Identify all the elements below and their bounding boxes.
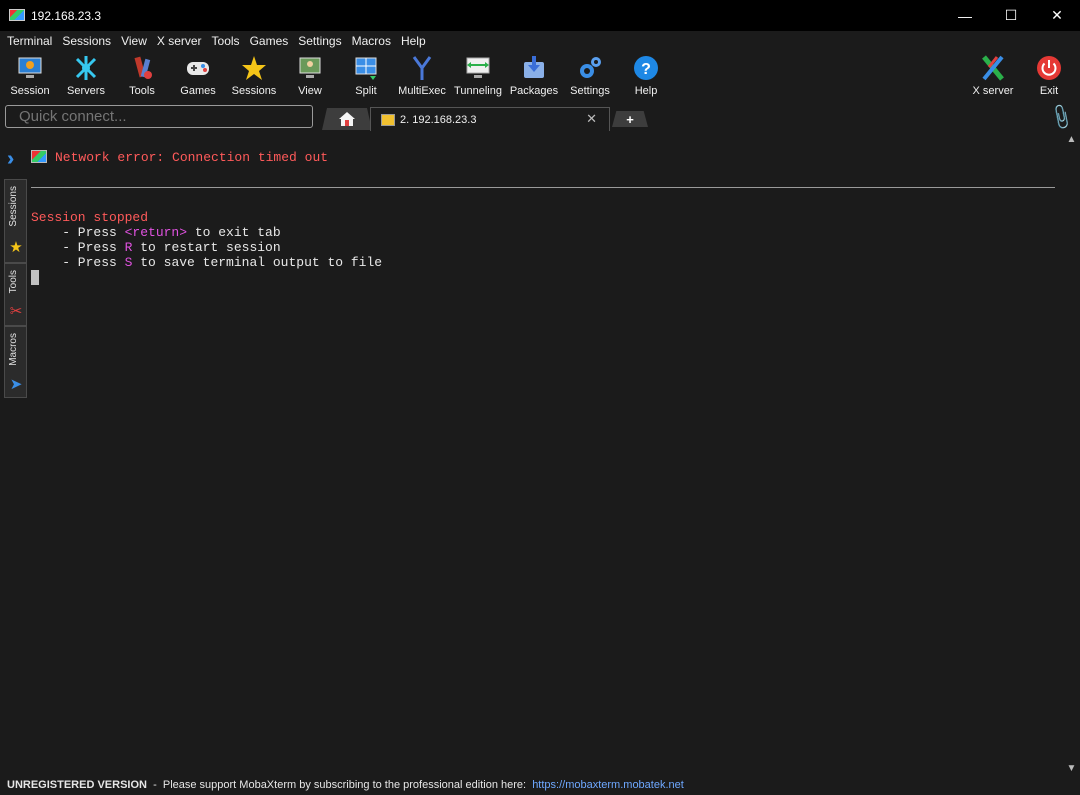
menu-tools[interactable]: Tools xyxy=(207,34,245,48)
packages-download-icon xyxy=(520,54,548,82)
menu-help[interactable]: Help xyxy=(396,34,431,48)
sidebar-macros-label: Macros xyxy=(8,333,19,366)
sessions-button[interactable]: Sessions xyxy=(226,51,282,101)
terminal-cursor xyxy=(31,270,39,285)
window-title: 192.168.23.3 xyxy=(31,8,102,23)
separator-line xyxy=(31,187,1055,188)
terminal-scrollbar[interactable]: ▲ ▼ xyxy=(1063,132,1080,777)
view-button[interactable]: View xyxy=(282,51,338,101)
support-message: - Please support MobaXterm by subscribin… xyxy=(146,779,533,791)
left-sidebar: ›› Sessions ★ Tools ✂ Macros ➤ xyxy=(0,132,28,777)
multiexec-label: MultiExec xyxy=(398,85,446,97)
tools-button[interactable]: Tools xyxy=(114,51,170,101)
menu-terminal[interactable]: Terminal xyxy=(2,34,57,48)
instruction-save-output: - Press S to save terminal output to fil… xyxy=(31,255,383,270)
view-label: View xyxy=(298,85,322,97)
terminal-output[interactable]: Network error: Connection timed out Sess… xyxy=(28,132,1063,777)
gears-icon xyxy=(576,54,604,82)
close-tab-icon[interactable]: ✕ xyxy=(586,111,597,127)
home-icon xyxy=(339,112,355,126)
split-label: Split xyxy=(355,85,377,97)
menu-x-server[interactable]: X server xyxy=(152,34,207,48)
packages-label: Packages xyxy=(509,85,559,97)
help-question-icon: ? xyxy=(632,54,660,82)
help-label: Help xyxy=(634,85,658,97)
unregistered-label: UNREGISTERED VERSION xyxy=(7,779,147,791)
main-toolbar: Session Servers Tools Games Sessions Vie… xyxy=(0,51,1080,102)
sidebar-sessions-label: Sessions xyxy=(8,186,19,227)
split-button[interactable]: Split xyxy=(338,51,394,101)
maximize-button[interactable]: ☐ xyxy=(988,0,1034,31)
menu-macros[interactable]: Macros xyxy=(347,34,396,48)
window-controls: — ☐ ✕ xyxy=(942,0,1080,31)
x-server-label: X server xyxy=(972,85,1014,97)
quick-connect-input[interactable] xyxy=(5,105,313,128)
session-stopped-text: Session stopped xyxy=(31,210,149,225)
tunneling-label: Tunneling xyxy=(454,85,502,97)
home-tab[interactable] xyxy=(322,108,372,130)
menu-games[interactable]: Games xyxy=(245,34,294,48)
exit-button[interactable]: Exit xyxy=(1021,51,1077,101)
mobaxterm-app-icon xyxy=(9,8,25,23)
network-error-text: Network error: Connection timed out xyxy=(55,150,329,165)
menu-sessions[interactable]: Sessions xyxy=(57,34,116,48)
view-monitor-icon xyxy=(296,54,324,82)
games-button[interactable]: Games xyxy=(170,51,226,101)
expand-sidebar-icon[interactable]: ›› xyxy=(7,148,16,171)
sessions-label: Sessions xyxy=(231,85,277,97)
menu-settings[interactable]: Settings xyxy=(293,34,346,48)
scroll-down-arrow-icon[interactable]: ▼ xyxy=(1063,761,1080,777)
ssh-session-icon xyxy=(381,113,395,126)
multiexec-button[interactable]: MultiExec xyxy=(394,51,450,101)
session-label: Session xyxy=(10,85,50,97)
sidebar-tab-macros[interactable]: Macros ➤ xyxy=(4,326,27,398)
tools-label: Tools xyxy=(129,85,155,97)
paper-plane-icon: ➤ xyxy=(9,376,23,393)
servers-button[interactable]: Servers xyxy=(58,51,114,101)
power-icon xyxy=(1035,54,1063,82)
exit-label: Exit xyxy=(1039,85,1059,97)
x-server-icon xyxy=(979,54,1007,82)
close-window-button[interactable]: ✕ xyxy=(1034,0,1080,31)
split-icon xyxy=(352,54,380,82)
star-icon: ★ xyxy=(9,239,23,256)
fork-icon xyxy=(408,54,436,82)
menu-view[interactable]: View xyxy=(116,34,152,48)
session-tab[interactable]: 2. 192.168.23.3 ✕ xyxy=(370,107,610,131)
instruction-restart: - Press R to restart session xyxy=(31,240,281,255)
tunnel-icon xyxy=(464,54,492,82)
settings-label: Settings xyxy=(570,85,610,97)
scroll-up-arrow-icon[interactable]: ▲ xyxy=(1063,132,1080,148)
settings-button[interactable]: Settings xyxy=(562,51,618,101)
help-button[interactable]: ? Help xyxy=(618,51,674,101)
minimize-button[interactable]: — xyxy=(942,0,988,31)
sidebar-tab-tools[interactable]: Tools ✂ xyxy=(4,263,27,326)
monitor-icon xyxy=(16,54,44,82)
session-button[interactable]: Session xyxy=(2,51,58,101)
star-icon xyxy=(240,54,268,82)
tools-icon: ✂ xyxy=(9,303,23,320)
servers-label: Servers xyxy=(67,85,105,97)
sidebar-tools-label: Tools xyxy=(8,270,19,294)
gamepad-icon xyxy=(184,54,212,82)
tab-bar: 2. 192.168.23.3 ✕ + 📎 xyxy=(0,102,1080,132)
instruction-exit-tab: - Press <return> to exit tab xyxy=(31,225,281,240)
paperclip-icon[interactable]: 📎 xyxy=(1046,103,1075,132)
new-tab-button[interactable]: + xyxy=(612,111,648,127)
session-error-icon xyxy=(31,150,47,163)
games-label: Games xyxy=(180,85,216,97)
x-server-button[interactable]: X server xyxy=(965,51,1021,101)
sidebar-tab-sessions[interactable]: Sessions ★ xyxy=(4,179,27,263)
packages-button[interactable]: Packages xyxy=(506,51,562,101)
session-tab-label: 2. 192.168.23.3 xyxy=(400,113,477,126)
status-bar: UNREGISTERED VERSION - Please support Mo… xyxy=(0,777,1080,795)
menu-bar: Terminal Sessions View X server Tools Ga… xyxy=(0,31,1080,51)
svg-text:?: ? xyxy=(641,61,651,78)
mobatek-link[interactable]: https://mobaxterm.mobatek.net xyxy=(532,779,684,791)
title-bar: 192.168.23.3 — ☐ ✕ xyxy=(0,0,1080,31)
tools-icon xyxy=(128,54,156,82)
servers-network-icon xyxy=(72,54,100,82)
tunneling-button[interactable]: Tunneling xyxy=(450,51,506,101)
